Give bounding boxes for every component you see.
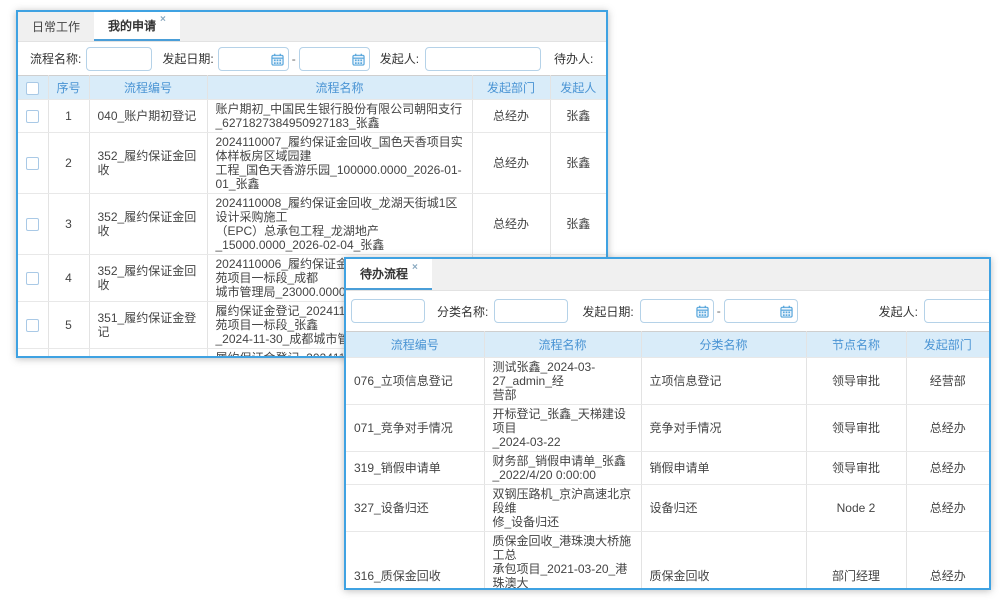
row-checkbox[interactable]	[26, 272, 39, 285]
process-name-input[interactable]	[351, 299, 425, 323]
table-row[interactable]: 076_立项信息登记 测试张鑫_2024-03-27_admin_经 营部 立项…	[346, 358, 989, 405]
assignee-label: 待办人:	[554, 50, 593, 67]
table-row[interactable]: 327_设备归还 双钢压路机_京沪高速北京段维 修_设备归还 设备归还 Node…	[346, 485, 989, 532]
filter-bar: 分类名称: 发起日期: - 发起人:	[346, 291, 989, 331]
close-icon[interactable]: ×	[412, 262, 418, 273]
row-checkbox[interactable]	[26, 319, 39, 332]
calendar-icon[interactable]	[780, 305, 793, 318]
process-name-input[interactable]	[86, 47, 152, 71]
table-row[interactable]: 3 352_履约保证金回收 2024110008_履约保证金回收_龙湖天街城1区…	[18, 194, 606, 255]
tab-pending-processes[interactable]: 待办流程 ×	[346, 259, 432, 290]
table-header-row: 序号 流程编号 流程名称 发起部门 发起人	[18, 76, 606, 100]
col-header-dept: 发起部门	[906, 332, 989, 358]
pending-processes-table: 流程编号 流程名称 分类名称 节点名称 发起部门 076_立项信息登记 测试张鑫…	[346, 331, 989, 590]
tab-label: 我的申请	[108, 17, 156, 34]
col-header-category: 分类名称	[641, 332, 806, 358]
start-date-label: 发起日期:	[582, 303, 633, 320]
calendar-icon[interactable]	[696, 305, 709, 318]
calendar-icon[interactable]	[352, 53, 365, 66]
col-header-dept: 发起部门	[472, 76, 550, 100]
tab-label: 待办流程	[360, 265, 408, 282]
calendar-icon[interactable]	[271, 53, 284, 66]
col-header-no: 序号	[48, 76, 89, 100]
col-header-name: 流程名称	[484, 332, 641, 358]
start-date-label: 发起日期:	[162, 50, 213, 67]
table-row[interactable]: 1 040_账户期初登记 账户期初_中国民生银行股份有限公司朝阳支行 _6271…	[18, 100, 606, 133]
table-header-row: 流程编号 流程名称 分类名称 节点名称 发起部门	[346, 332, 989, 358]
date-range-separator: -	[717, 304, 721, 318]
date-range-separator: -	[292, 52, 296, 66]
close-icon[interactable]: ×	[160, 14, 166, 25]
col-header-initiator: 发起人	[550, 76, 606, 100]
filter-bar: 流程名称: 发起日期: - 发起人: 待办人:	[18, 42, 606, 75]
col-header-code: 流程编号	[89, 76, 207, 100]
tab-daily-work[interactable]: 日常工作	[18, 12, 94, 41]
tab-label: 日常工作	[32, 18, 80, 35]
row-checkbox[interactable]	[26, 218, 39, 231]
select-all-checkbox[interactable]	[26, 82, 39, 95]
pending-processes-window: 待办流程 × 分类名称: 发起日期: - 发起人: 流程编号 流程名称 分类名称…	[344, 257, 991, 590]
col-header-node: 节点名称	[806, 332, 906, 358]
table-row[interactable]: 316_质保金回收 质保金回收_港珠澳大桥施工总 承包项目_2021-03-20…	[346, 532, 989, 591]
select-all-cell	[18, 76, 48, 100]
initiator-label: 发起人:	[380, 50, 419, 67]
category-name-label: 分类名称:	[437, 303, 488, 320]
row-checkbox[interactable]	[26, 110, 39, 123]
tab-bar: 待办流程 ×	[346, 259, 989, 291]
row-checkbox[interactable]	[26, 157, 39, 170]
table-row[interactable]: 071_竞争对手情况 开标登记_张鑫_天梯建设项目 _2024-03-22 竞争…	[346, 405, 989, 452]
col-header-name: 流程名称	[207, 76, 472, 100]
initiator-input[interactable]	[425, 47, 541, 71]
col-header-code: 流程编号	[346, 332, 484, 358]
table-row[interactable]: 319_销假申请单 财务部_销假申请单_张鑫 _2022/4/20 0:00:0…	[346, 452, 989, 485]
process-name-label: 流程名称:	[30, 50, 81, 67]
category-name-input[interactable]	[494, 299, 568, 323]
table-row[interactable]: 2 352_履约保证金回收 2024110007_履约保证金回收_国色天香项目实…	[18, 133, 606, 194]
initiator-label: 发起人:	[879, 303, 918, 320]
tab-my-applications[interactable]: 我的申请 ×	[94, 12, 180, 41]
initiator-input[interactable]	[924, 299, 989, 323]
tab-bar: 日常工作 我的申请 ×	[18, 12, 606, 42]
